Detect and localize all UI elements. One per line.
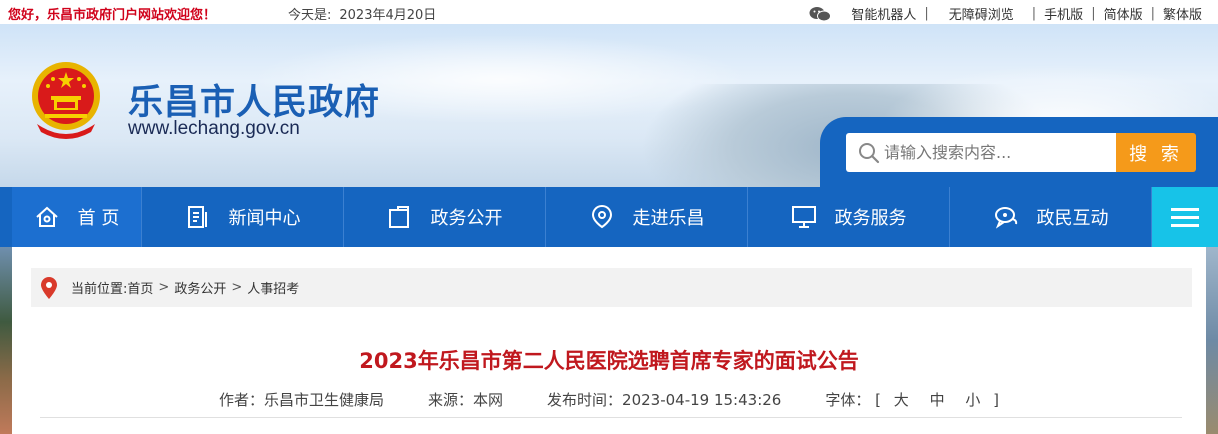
font-size-large[interactable]: 大 (894, 391, 909, 409)
link-robot[interactable]: 智能机器人 (843, 4, 924, 23)
today-date: 今天是: 2023年4月20日 (288, 4, 436, 23)
nav-label: 首 页 (77, 208, 120, 229)
source-info: 来源：本网 (428, 389, 503, 410)
divider: | (924, 6, 929, 21)
breadcrumb: 当前位置: 首页 > 政务公开 > 人事招考 (31, 268, 1192, 307)
author-info: 作者：乐昌市卫生健康局 (219, 389, 384, 410)
nav-label: 政务公开 (430, 208, 503, 229)
nav-label: 政务服务 (834, 208, 907, 229)
publish-time: 发布时间：2023-04-19 15:43:26 (547, 389, 781, 410)
article-title: 2023年乐昌市第二人民医院选聘首席专家的面试公告 (359, 349, 859, 373)
breadcrumb-separator: > (158, 280, 170, 295)
national-emblem-icon[interactable] (27, 58, 105, 140)
author-value: 乐昌市卫生健康局 (263, 391, 384, 409)
breadcrumb-recruitment[interactable]: 人事招考 (247, 278, 299, 297)
today-label: 今天是: (288, 8, 332, 23)
wechat-icon[interactable] (809, 6, 832, 22)
breadcrumb-separator: > (231, 280, 243, 295)
font-size-small[interactable]: 小 (965, 391, 980, 409)
nav-spacer (0, 187, 12, 247)
welcome-text: 您好，乐昌市政府门户网站欢迎您！ (8, 8, 217, 23)
location-icon (591, 204, 612, 229)
monitor-icon (791, 206, 816, 228)
source-value: 本网 (473, 391, 504, 409)
article-content: 当前位置: 首页 > 政务公开 > 人事招考 2023年乐昌市第二人民医院选聘首… (12, 247, 1206, 434)
location-pin-icon (41, 276, 57, 299)
today-date-value: 2023年4月20日 (339, 8, 437, 23)
site-url: www.lechang.gov.cn (128, 118, 300, 139)
nav-item-about-lechang[interactable]: 走进乐昌 (546, 187, 748, 247)
publish-label: 发布时间： (547, 391, 623, 409)
nav-label: 新闻中心 (228, 208, 301, 229)
nav-item-interaction[interactable]: 政民互动 (950, 187, 1152, 247)
nav-item-news[interactable]: 新闻中心 (142, 187, 344, 247)
top-utility-bar: 您好，乐昌市政府门户网站欢迎您！ 今天是: 2023年4月20日 智能机器人 | … (0, 0, 1218, 24)
author-label: 作者： (218, 391, 264, 409)
nav-item-government-affairs[interactable]: 政务公开 (344, 187, 546, 247)
link-simplified[interactable]: 简体版 (1096, 4, 1151, 23)
link-accessibility[interactable]: 无障碍浏览 (941, 4, 1022, 23)
folder-icon (388, 206, 409, 228)
news-icon (187, 206, 207, 228)
side-scenery-left (0, 247, 12, 434)
search-input[interactable] (884, 143, 1104, 162)
home-icon (35, 206, 58, 227)
breadcrumb-prefix: 当前位置: (71, 282, 128, 297)
source-label: 来源： (427, 391, 473, 409)
breadcrumb-home[interactable]: 首页 (127, 278, 153, 297)
hamburger-menu-icon (1171, 203, 1199, 232)
font-bracket-close: ] (993, 391, 1000, 409)
top-links: 智能机器人 | 无障碍浏览 | 手机版 | 简体版 | 繁体版 (809, 4, 1210, 23)
nav-label: 政民互动 (1036, 208, 1109, 229)
font-size-control: 字体： [ 大 中 小 ] (825, 389, 999, 410)
article-meta: 作者：乐昌市卫生健康局 来源：本网 发布时间：2023-04-19 15:43:… (12, 389, 1206, 410)
search-button[interactable]: 搜 索 (1116, 133, 1196, 172)
breadcrumb-government-affairs[interactable]: 政务公开 (174, 278, 226, 297)
main-nav: 首 页 新闻中心 政务公开 走进乐昌 政务服务 政民互动 (0, 187, 1218, 247)
link-mobile[interactable]: 手机版 (1036, 4, 1091, 23)
publish-value: 2023-04-19 15:43:26 (622, 391, 782, 409)
hamburger-menu-button[interactable] (1152, 187, 1218, 247)
font-size-medium[interactable]: 中 (930, 391, 945, 409)
chat-icon (994, 207, 1017, 229)
nav-item-services[interactable]: 政务服务 (748, 187, 950, 247)
nav-item-home[interactable]: 首 页 (12, 187, 142, 247)
search-icon (859, 142, 880, 163)
search-box (846, 133, 1118, 172)
divider-line (40, 417, 1182, 418)
font-bracket-open: [ (875, 391, 881, 409)
font-size-label: 字体： (825, 391, 871, 409)
side-scenery-right (1206, 247, 1218, 434)
nav-label: 走进乐昌 (632, 208, 705, 229)
link-traditional[interactable]: 繁体版 (1155, 4, 1210, 23)
